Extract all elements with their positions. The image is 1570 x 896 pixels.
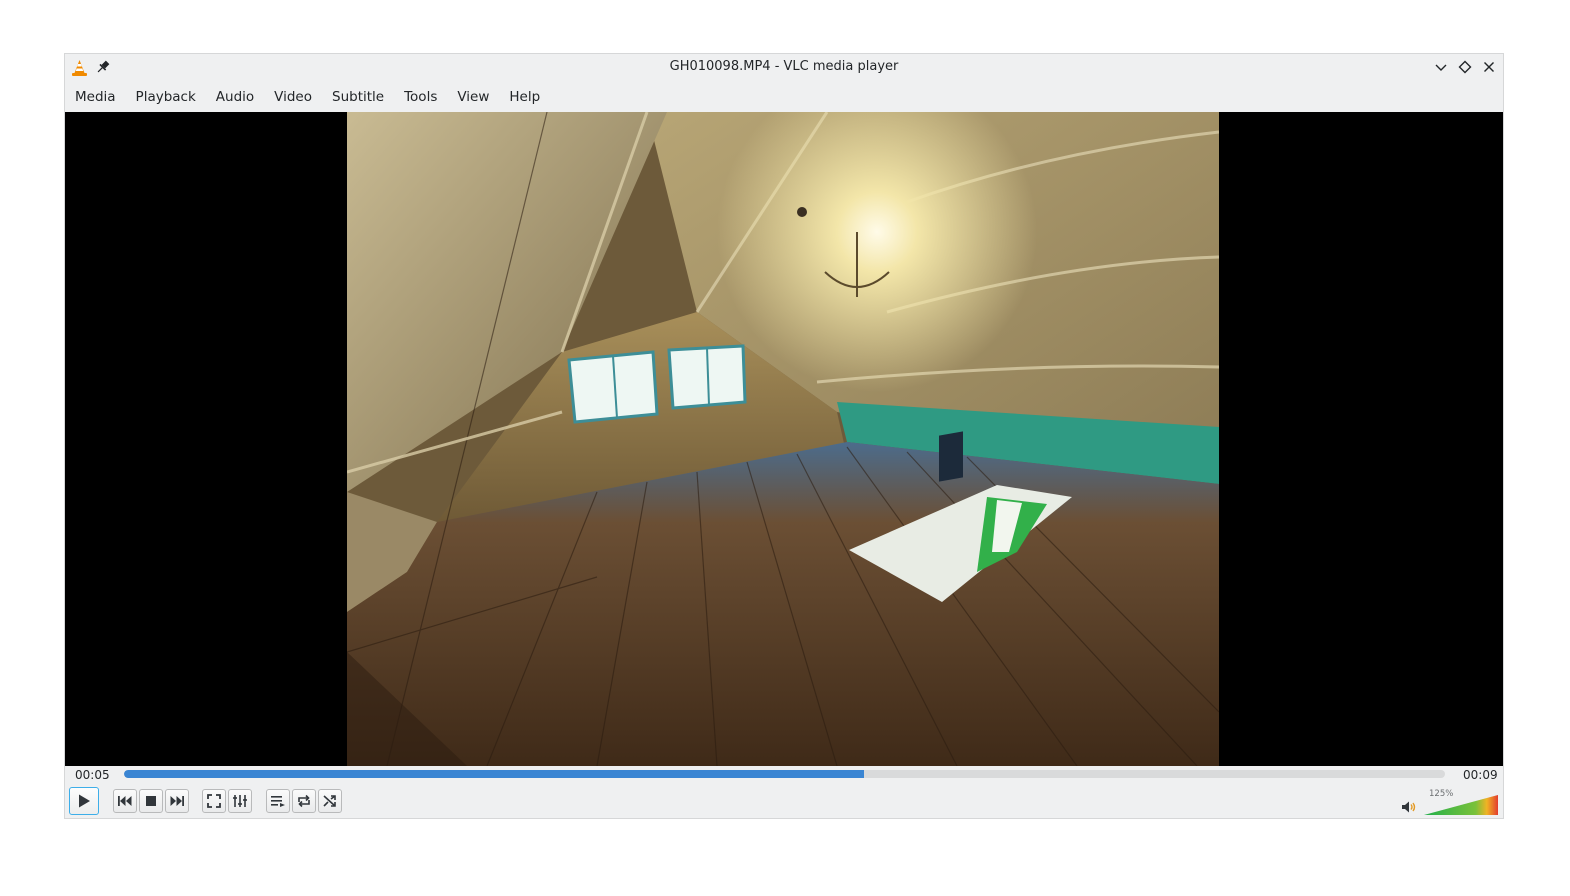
- playlist-icon: [271, 796, 285, 807]
- shuffle-button[interactable]: [318, 789, 342, 813]
- menu-video[interactable]: Video: [264, 82, 322, 112]
- menu-playback[interactable]: Playback: [126, 82, 206, 112]
- menu-subtitle[interactable]: Subtitle: [322, 82, 394, 112]
- next-button[interactable]: [165, 789, 189, 813]
- close-icon[interactable]: [1480, 58, 1498, 76]
- loop-button[interactable]: [292, 789, 316, 813]
- stop-button[interactable]: [139, 789, 163, 813]
- video-area[interactable]: [65, 112, 1503, 766]
- loop-icon: [298, 794, 310, 808]
- shuffle-icon: [323, 795, 336, 807]
- fullscreen-button[interactable]: [202, 789, 226, 813]
- minimize-icon[interactable]: [1432, 58, 1450, 76]
- maximize-icon[interactable]: [1456, 58, 1474, 76]
- seek-progress: [124, 770, 864, 778]
- volume-slider[interactable]: [1423, 794, 1499, 816]
- menu-help[interactable]: Help: [499, 82, 550, 112]
- elapsed-time: 00:05: [75, 768, 110, 782]
- seek-row: 00:05 00:09: [65, 766, 1503, 786]
- menu-audio[interactable]: Audio: [206, 82, 264, 112]
- extended-settings-button[interactable]: [228, 789, 252, 813]
- next-icon: [170, 796, 184, 806]
- fullscreen-icon: [207, 794, 221, 808]
- video-frame[interactable]: [347, 112, 1219, 766]
- menu-tools[interactable]: Tools: [394, 82, 447, 112]
- playlist-button[interactable]: [266, 789, 290, 813]
- previous-button[interactable]: [113, 789, 137, 813]
- total-time[interactable]: 00:09: [1463, 768, 1498, 782]
- previous-icon: [118, 796, 132, 806]
- menu-media[interactable]: Media: [65, 82, 126, 112]
- play-button[interactable]: [69, 787, 99, 815]
- extended-settings-icon: [233, 795, 247, 807]
- menu-view[interactable]: View: [447, 82, 499, 112]
- menu-bar: Media Playback Audio Video Subtitle Tool…: [65, 82, 1503, 112]
- vlc-window: GH010098.MP4 - VLC media player Media Pl…: [65, 54, 1503, 818]
- window-title: GH010098.MP4 - VLC media player: [669, 59, 899, 74]
- play-icon: [79, 794, 90, 808]
- title-bar: GH010098.MP4 - VLC media player: [65, 54, 1503, 81]
- stop-icon: [146, 796, 156, 806]
- seek-slider[interactable]: [124, 770, 1445, 778]
- volume-control[interactable]: 125%: [1401, 788, 1501, 816]
- controls-bar: 125%: [65, 786, 1503, 818]
- speaker-icon[interactable]: [1401, 800, 1417, 818]
